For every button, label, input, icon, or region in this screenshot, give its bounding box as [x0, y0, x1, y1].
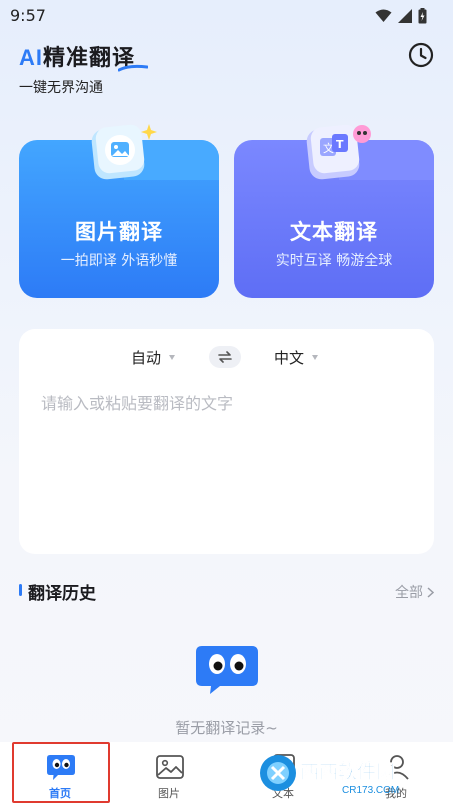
battery-icon	[418, 8, 427, 24]
image-translate-title: 图片翻译	[75, 220, 163, 244]
history-title: 翻译历史	[28, 584, 96, 604]
swap-icon	[218, 351, 232, 363]
source-language-select[interactable]: 自动	[131, 347, 176, 368]
image-icon	[156, 755, 184, 779]
status-bar: 9:57	[0, 0, 453, 32]
translate-input[interactable]: 请输入或粘贴要翻译的文字	[41, 390, 233, 414]
history-clock-icon[interactable]	[407, 41, 435, 69]
app-title-ai: AI	[19, 45, 43, 70]
app-subtitle: 一键无界沟通	[19, 80, 103, 96]
signal-icon	[398, 9, 412, 23]
title-underline-decoration	[118, 64, 148, 72]
translator-panel: 自动 中文 请输入或粘贴要翻译的文字	[19, 329, 434, 554]
text-translate-subtitle: 实时互译 畅游全球	[275, 253, 393, 269]
status-icons	[375, 8, 427, 24]
empty-state-eyes-icon	[196, 646, 258, 694]
watermark-logo: 西西软件园 CR173.COM	[260, 755, 399, 796]
caret-down-icon	[312, 355, 319, 360]
caret-down-icon	[169, 355, 176, 360]
highlight-box	[12, 742, 110, 803]
target-language-label: 中文	[274, 349, 305, 367]
svg-text:CR173.COM: CR173.COM	[342, 785, 399, 796]
history-view-all-label: 全部	[395, 585, 423, 601]
nav-item-image[interactable]: 图片	[119, 742, 219, 802]
text-translate-title: 文本翻译	[290, 220, 378, 244]
swap-languages-button[interactable]	[209, 346, 241, 368]
history-empty-text: 暂无翻译记录~	[175, 719, 278, 737]
image-translate-subtitle: 一拍即译 外语秒懂	[60, 253, 178, 269]
chevron-right-icon	[427, 586, 434, 598]
history-view-all-link[interactable]: 全部	[395, 582, 434, 602]
image-translate-card[interactable]: 图片翻译 一拍即译 外语秒懂	[19, 120, 219, 298]
image-translate-icon	[91, 124, 157, 180]
svg-text:T: T	[336, 138, 344, 151]
wifi-icon	[375, 9, 392, 22]
text-translate-card[interactable]: 文 T 文本翻译 实时互译 畅游全球	[234, 120, 434, 298]
section-accent-bar	[19, 584, 22, 596]
status-time: 9:57	[10, 6, 46, 25]
nav-label-image: 图片	[158, 787, 180, 800]
svg-text:西西软件园: 西西软件园	[300, 760, 395, 783]
source-language-label: 自动	[131, 349, 162, 367]
text-translate-icon: 文 T	[306, 124, 371, 180]
target-language-select[interactable]: 中文	[274, 347, 319, 368]
